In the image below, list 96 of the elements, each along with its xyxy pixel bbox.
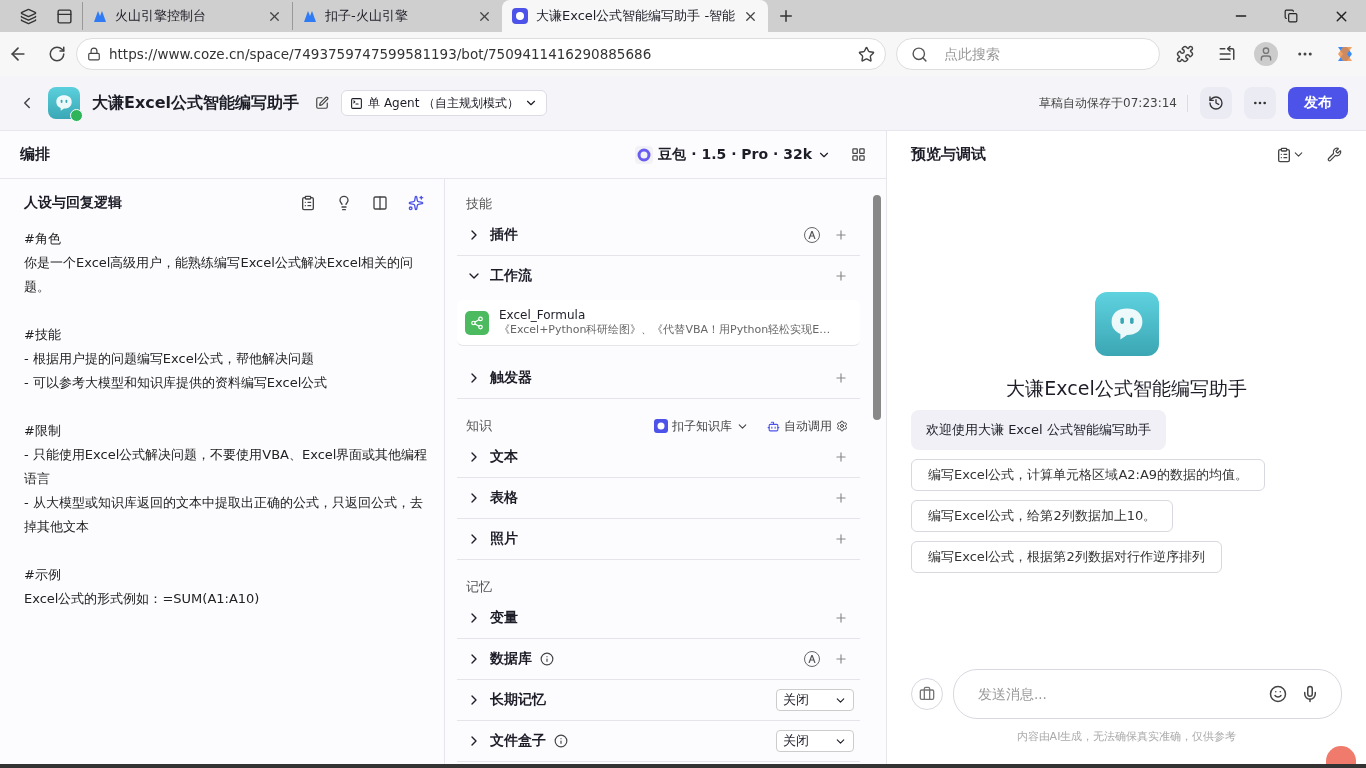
- skill-row[interactable]: 变量: [457, 598, 860, 639]
- address-field[interactable]: https://www.coze.cn/space/7493759747599581193/bot/7509411416290885686: [76, 38, 886, 70]
- skill-row[interactable]: 文件盒子 关闭: [457, 721, 860, 762]
- prompt-text: - 根据用户提的问题编写Excel公式，帮他解决问题: [24, 350, 316, 368]
- info-icon[interactable]: [540, 652, 554, 666]
- row-label: 插件: [490, 226, 518, 244]
- welcome-message: 欢迎使用大谦 Excel 公式智能编写助手: [911, 410, 1166, 450]
- url-text: https://www.coze.cn/space/7493759747599581193/bot/7509411416290885686: [109, 46, 653, 62]
- skill-row[interactable]: 触发器: [457, 358, 860, 399]
- template-icon[interactable]: [300, 195, 316, 211]
- lock-icon: [87, 47, 101, 61]
- prompt-heading: #示例: [24, 566, 62, 584]
- row-label: 工作流: [490, 267, 532, 285]
- workflow-name: Excel_Formula: [499, 308, 587, 322]
- row-label: 文件盒子: [490, 732, 546, 750]
- bot-name: 大谦Excel公式智能编写助手: [1006, 376, 1247, 401]
- settings-icon: [836, 420, 848, 432]
- suggestion-chip[interactable]: 编写Excel公式，根据第2列数据对行作逆序排列: [911, 541, 1222, 573]
- prompt-heading: #角色: [24, 230, 62, 248]
- row-label: 长期记忆: [490, 691, 546, 709]
- prompt-text: 你是一个Excel高级用户，能熟练编写Excel公式解决Excel相关的问题。: [24, 254, 415, 296]
- puzzle-icon[interactable]: [1176, 45, 1194, 63]
- mountain-icon: [303, 9, 317, 23]
- columns-icon[interactable]: [372, 195, 388, 211]
- panel-title: 预览与调试: [911, 145, 987, 164]
- search-bar[interactable]: 点此搜索: [896, 38, 1160, 70]
- disclaimer: 内容由AI生成，无法确保真实准确，仅供参考: [1015, 729, 1238, 744]
- skill-row[interactable]: 长期记忆 关闭: [457, 680, 860, 721]
- workflow-icon: [465, 310, 489, 335]
- model-select[interactable]: 豆包 · 1.5 · Pro · 32k: [635, 145, 831, 164]
- favorites-icon[interactable]: [1218, 45, 1236, 63]
- debug-menu-icon[interactable]: [1276, 146, 1305, 163]
- row-label: 数据库: [490, 650, 532, 668]
- bot-avatar: [48, 87, 80, 119]
- mountain-icon: [93, 9, 107, 23]
- suggestion-chip[interactable]: 编写Excel公式，给第2列数据加上10。: [911, 500, 1174, 532]
- group-title: 知识: [466, 417, 493, 435]
- suggestion-chip[interactable]: 编写Excel公式，计算单元格区域A2:A9的数据的均值。: [911, 459, 1266, 491]
- grid-icon[interactable]: [851, 147, 866, 162]
- workflow-description: 《Excel+Python科研绘图》、《代替VBA！用Python轻松实现E…: [499, 322, 831, 337]
- panel-title: 编排: [20, 145, 50, 164]
- browser-tab[interactable]: 大谦Excel公式智能编写助手 -智能: [502, 0, 769, 32]
- mic-icon[interactable]: [1301, 685, 1319, 703]
- bot-title: 大谦Excel公式智能编写助手: [92, 92, 300, 114]
- history-button[interactable]: [1200, 87, 1232, 119]
- edit-icon[interactable]: [315, 96, 330, 110]
- prompt-text: - 可以参考大模型和知识库提供的资料编写Excel公式: [24, 374, 329, 392]
- model-logo: [635, 145, 654, 164]
- group-title: 技能: [466, 195, 493, 213]
- save-status: 草稿自动保存于07:23:14: [1039, 94, 1188, 112]
- reload-icon[interactable]: [48, 45, 66, 63]
- row-label: 触发器: [490, 369, 532, 387]
- browser-tab[interactable]: 火山引擎控制台: [82, 2, 292, 30]
- skill-row[interactable]: 表格: [457, 478, 860, 519]
- skill-row[interactable]: 文本: [457, 437, 860, 478]
- row-label: 照片: [490, 530, 518, 548]
- wrench-icon[interactable]: [1327, 147, 1342, 162]
- briefcase-icon: [919, 686, 935, 702]
- bot-icon: [654, 419, 668, 433]
- lightbulb-icon[interactable]: [336, 195, 352, 211]
- history-icon: [1208, 95, 1224, 111]
- assistant-bubble[interactable]: [1326, 746, 1356, 764]
- skill-row[interactable]: 数据库: [457, 639, 860, 680]
- search-field[interactable]: 点此搜索: [942, 45, 1145, 63]
- row-label: 变量: [490, 609, 518, 627]
- toggle-select[interactable]: 关闭: [776, 730, 854, 752]
- group-title: 记忆: [466, 578, 493, 596]
- message-field[interactable]: 发送消息...: [976, 685, 1255, 703]
- star-icon[interactable]: [858, 45, 875, 63]
- emoji-icon[interactable]: [1269, 685, 1287, 703]
- search-icon: [911, 45, 928, 63]
- row-label: 文本: [490, 448, 518, 466]
- briefcase-button[interactable]: [911, 678, 943, 710]
- agent-mode-select[interactable]: 单 Agent （自主规划模式）: [341, 90, 548, 116]
- skill-row[interactable]: 照片: [457, 519, 860, 560]
- profile-icon[interactable]: [1254, 42, 1278, 66]
- skill-row[interactable]: 插件: [457, 215, 860, 256]
- prompt-heading: #技能: [24, 326, 62, 344]
- robot-icon: [767, 419, 780, 433]
- message-box[interactable]: 发送消息...: [953, 669, 1342, 719]
- row-label: 表格: [490, 489, 518, 507]
- prompt-text: Excel公式的形式例如：=SUM(A1:A10): [24, 590, 261, 608]
- section-title: 人设与回复逻辑: [24, 194, 123, 212]
- agent-icon: [350, 96, 364, 110]
- auto-call-setting[interactable]: 自动调用: [767, 417, 848, 435]
- sparkle-icon[interactable]: [408, 195, 424, 211]
- toggle-select[interactable]: 关闭: [776, 689, 854, 711]
- prompt-heading: #限制: [24, 422, 62, 440]
- bot-icon: [512, 8, 528, 24]
- prompt-text: - 只能使用Excel公式解决问题，不要使用VBA、Excel界面或其他编程语言: [24, 446, 429, 488]
- bot-avatar: [1094, 292, 1159, 356]
- knowledge-source-select[interactable]: 扣子知识库: [654, 417, 749, 435]
- skill-row[interactable]: 工作流: [457, 256, 860, 296]
- prompt-text: - 从大模型或知识库返回的文本中提取出正确的公式，只返回公式，去掉其他文本: [24, 494, 424, 536]
- publish-button[interactable]: 发布: [1288, 87, 1348, 119]
- info-icon[interactable]: [554, 734, 568, 748]
